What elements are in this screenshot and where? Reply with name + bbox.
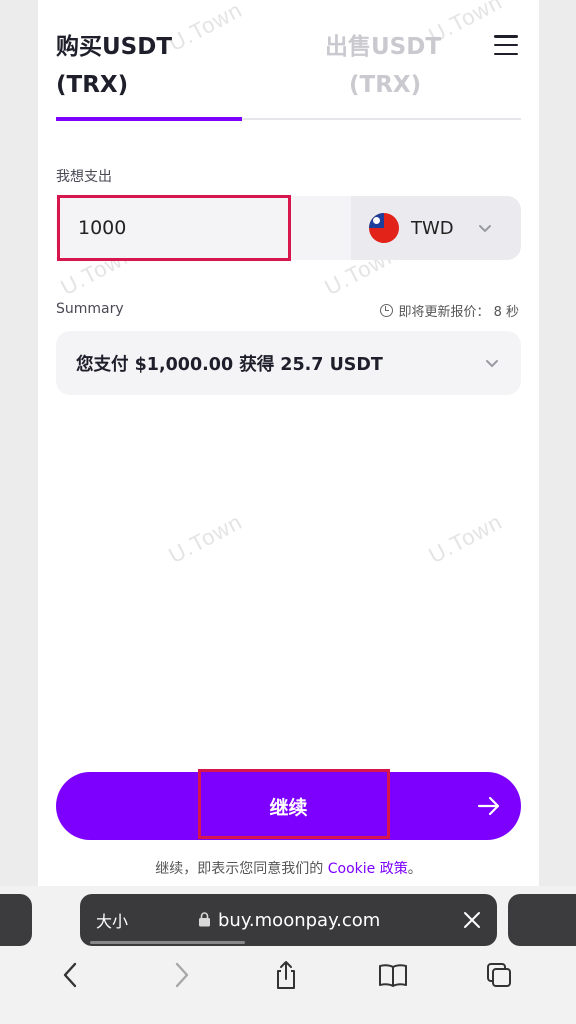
summary-text: 您支付 $1,000.00 获得 25.7 USDT (76, 354, 383, 375)
bookmarks-icon[interactable] (378, 960, 408, 990)
screen: U.Town U.Town U.Town U.Town U.Town U.Tow… (0, 0, 576, 1024)
quote-refresh-timer: 即将更新报价： 8 秒 (380, 301, 519, 320)
watermark: U.Town (164, 0, 247, 57)
hamburger-menu-icon[interactable] (494, 35, 518, 55)
lock-icon (199, 912, 210, 927)
tab-sell-usdt[interactable]: 出售USDT (TRX) (325, 28, 441, 104)
spend-label: 我想支出 (56, 169, 112, 185)
quote-refresh-text: 即将更新报价： 8 秒 (398, 305, 519, 320)
share-icon[interactable] (271, 960, 301, 990)
policy-prefix: 继续，即表示您同意我们的 (155, 861, 328, 877)
continue-highlight-box (198, 769, 390, 839)
amount-highlight-box (57, 195, 291, 261)
cookie-policy-link[interactable]: Cookie 政策 (328, 861, 408, 877)
next-tab-preview[interactable] (508, 894, 576, 946)
tabs-icon[interactable] (484, 960, 514, 990)
page-load-progress (90, 941, 245, 944)
tab-buy-network: (TRX) (56, 72, 129, 98)
cookie-policy-notice: 继续，即表示您同意我们的 Cookie 政策。 (38, 858, 539, 878)
chevron-down-icon (486, 360, 498, 368)
summary-label: Summary (56, 301, 124, 317)
summary-dropdown[interactable]: 您支付 $1,000.00 获得 25.7 USDT (56, 331, 521, 395)
watermark: U.Town (164, 508, 247, 569)
previous-tab-preview[interactable] (0, 894, 32, 946)
tab-sell-network: (TRX) (349, 72, 422, 98)
back-icon[interactable] (56, 960, 86, 990)
clock-icon (380, 304, 394, 317)
forward-icon[interactable] (166, 960, 196, 990)
tab-sell-label: 出售USDT (325, 34, 442, 60)
currency-selector[interactable]: TWD (351, 196, 521, 260)
active-tab-indicator (56, 117, 242, 121)
moonpay-app: U.Town U.Town U.Town U.Town U.Town U.Tow… (38, 0, 539, 1024)
close-icon[interactable] (463, 911, 481, 929)
currency-code: TWD (411, 217, 454, 239)
tab-buy-label: 购买USDT (56, 34, 173, 60)
policy-suffix: 。 (407, 861, 422, 877)
tab-buy-usdt[interactable]: 购买USDT (TRX) (56, 28, 172, 104)
url-text: buy.moonpay.com (218, 909, 381, 931)
address-bar[interactable]: 大小 buy.moonpay.com (80, 894, 497, 946)
arrow-right-icon (477, 796, 500, 816)
watermark: U.Town (424, 508, 507, 569)
taiwan-flag-icon (369, 213, 399, 243)
chevron-down-icon (478, 225, 491, 233)
text-size-button[interactable]: 大小 (96, 894, 128, 946)
